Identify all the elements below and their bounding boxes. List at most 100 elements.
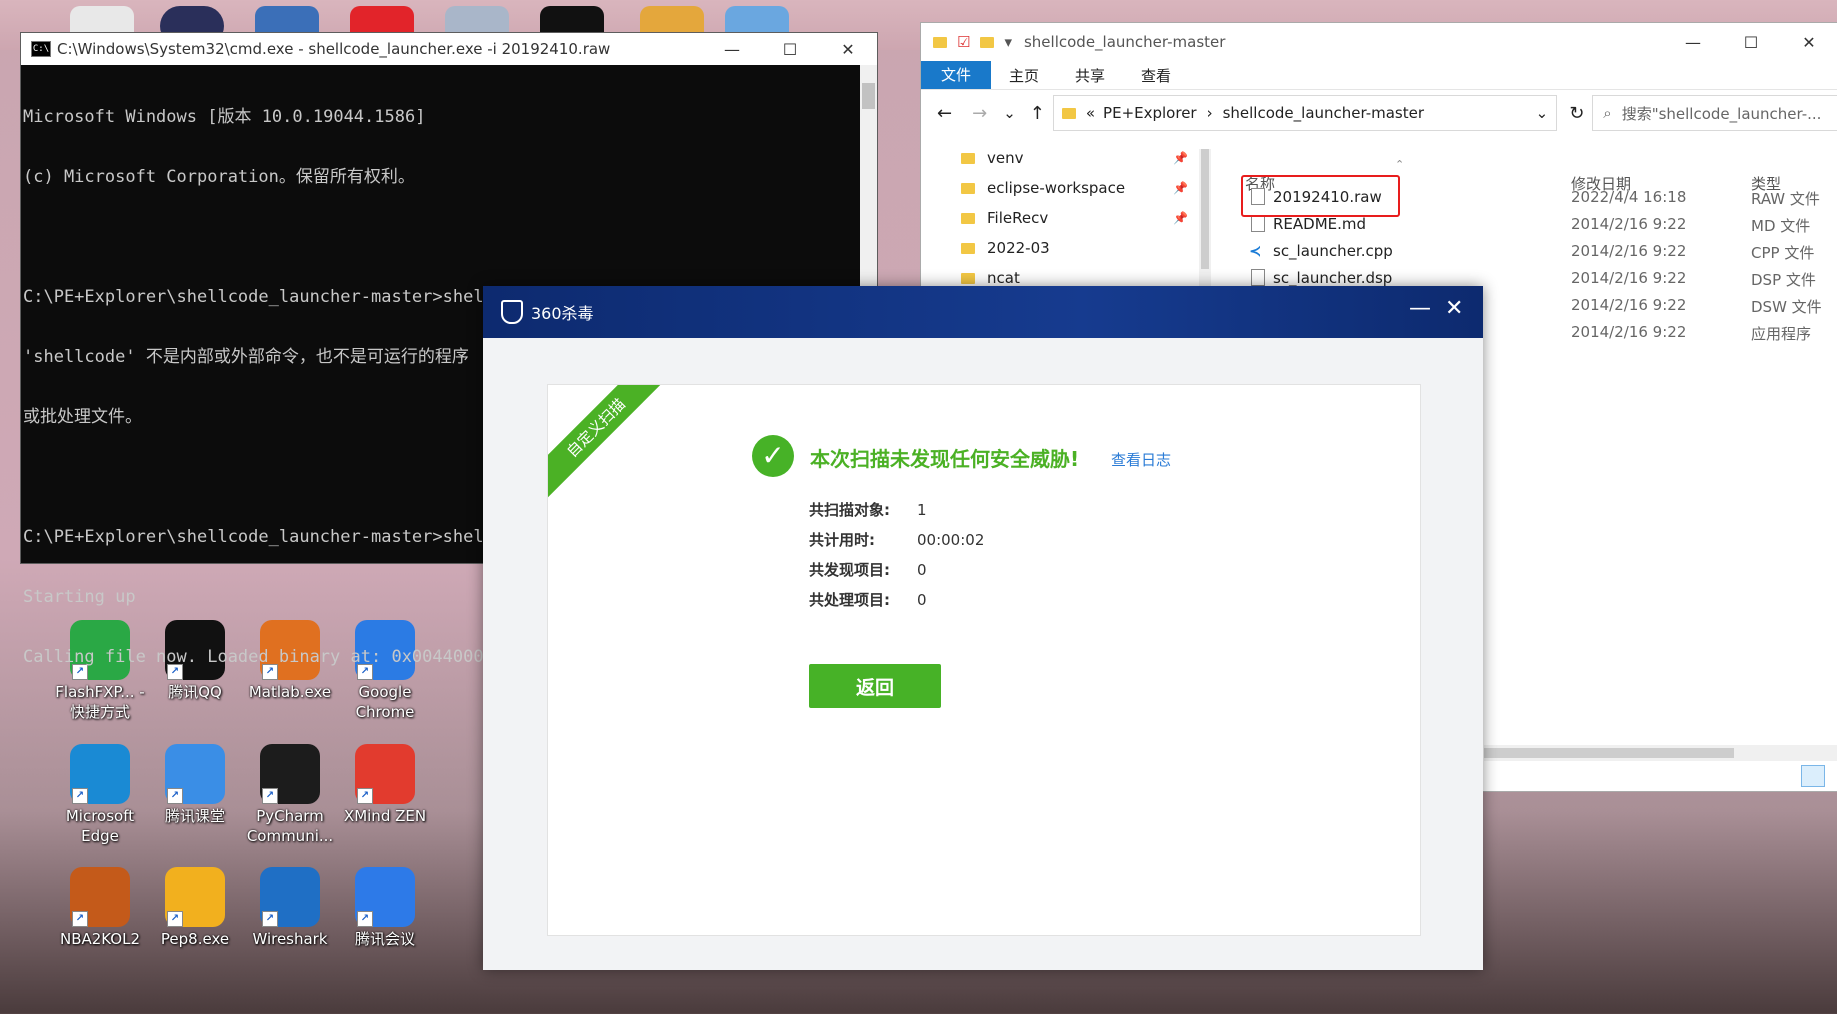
tab-view[interactable]: 查看 — [1123, 65, 1189, 86]
shortcut-arrow-icon: ↗ — [357, 911, 373, 927]
stat-label: 共处理项目: — [809, 591, 890, 609]
stat-row: 共发现项目: 0 — [809, 559, 927, 580]
desktop-shortcut[interactable]: ↗ Pep8.exe — [145, 867, 245, 949]
app-icon: ↗ — [355, 867, 415, 927]
stat-row: 共计用时: 00:00:02 — [809, 529, 984, 550]
antivirus-dialog[interactable]: 360杀毒 — ✕ 自定义扫描 ✓ 本次扫描未发现任何安全威胁! 查看日志 共扫… — [483, 286, 1483, 970]
pin-icon: 📌 — [1173, 151, 1188, 165]
close-icon[interactable]: ✕ — [819, 40, 877, 59]
file-date: 2014/2/16 9:22 — [1571, 242, 1687, 260]
maximize-icon[interactable]: ☐ — [761, 40, 819, 59]
qat-dropdown-icon[interactable]: ▾ — [1004, 33, 1012, 51]
file-type: RAW 文件 — [1751, 190, 1820, 208]
desktop-shortcut-label: 腾讯会议 — [354, 930, 415, 948]
close-icon[interactable]: ✕ — [1445, 296, 1463, 321]
file-date: 2014/2/16 9:22 — [1571, 269, 1687, 287]
cmd-titlebar[interactable]: C:\ C:\Windows\System32\cmd.exe - shellc… — [21, 33, 877, 65]
close-icon[interactable]: ✕ — [1780, 33, 1837, 52]
scan-type-tag: 自定义扫描 — [548, 385, 678, 510]
search-placeholder: 搜索"shellcode_launcher-... — [1621, 104, 1822, 123]
cmd-title: C:\Windows\System32\cmd.exe - shellcode_… — [57, 40, 611, 58]
back-icon[interactable]: ← — [937, 103, 952, 124]
app-icon: ↗ — [165, 744, 225, 804]
desktop-shortcut-label: XMind ZEN — [343, 807, 427, 825]
desktop-shortcut-label: NBA2KOL2 — [59, 930, 141, 948]
scan-result-panel: 自定义扫描 ✓ 本次扫描未发现任何安全威胁! 查看日志 共扫描对象: 1 共计用时… — [547, 384, 1421, 936]
tab-home[interactable]: 主页 — [991, 65, 1057, 86]
search-input[interactable]: ⌕ 搜索"shellcode_launcher-... — [1592, 95, 1837, 131]
folder-icon — [933, 36, 947, 48]
minimize-icon[interactable]: — — [1409, 296, 1431, 321]
forward-icon[interactable]: → — [972, 103, 987, 124]
app-icon: ↗ — [355, 744, 415, 804]
breadcrumb-separator-icon: › — [1206, 104, 1213, 122]
file-date: 2014/2/16 9:22 — [1571, 296, 1687, 314]
file-date: 2014/2/16 9:22 — [1571, 215, 1687, 233]
tab-file[interactable]: 文件 — [921, 61, 991, 89]
cmd-line: Microsoft Windows [版本 10.0.19044.1586] — [23, 107, 426, 127]
desktop-shortcut[interactable]: ↗ XMind ZEN — [335, 744, 435, 826]
nav-item[interactable]: venv 📌 — [961, 149, 1188, 167]
scrollbar-thumb[interactable] — [1484, 748, 1734, 758]
recent-dropdown-icon[interactable]: ⌄ — [1003, 104, 1016, 122]
cmd-app-icon: C:\ — [31, 41, 51, 57]
desktop-shortcut[interactable]: ↗ 腾讯会议 — [335, 867, 435, 949]
stat-label: 共计用时: — [809, 531, 875, 549]
desktop-shortcut[interactable]: ↗ Wireshark — [240, 867, 340, 949]
stat-value: 0 — [917, 561, 927, 579]
breadcrumb-parent[interactable]: PE+Explorer — [1103, 104, 1197, 122]
file-name: sc_launcher.dsp — [1273, 269, 1393, 287]
shortcut-arrow-icon: ↗ — [72, 911, 88, 927]
address-bar[interactable]: « PE+Explorer › shellcode_launcher-maste… — [1052, 95, 1558, 131]
vscode-file-icon: ≺ — [1249, 242, 1262, 260]
explorer-titlebar[interactable]: ☑ ▾ shellcode_launcher-master — ☐ ✕ — [921, 23, 1837, 61]
shortcut-arrow-icon: ↗ — [167, 911, 183, 927]
file-name: sc_launcher.cpp — [1273, 242, 1393, 260]
stat-row: 共处理项目: 0 — [809, 589, 927, 610]
address-row: ← → ⌄ ↑ « PE+Explorer › shellcode_launch… — [921, 90, 1837, 136]
breadcrumb-overflow[interactable]: « — [1086, 104, 1095, 122]
view-log-link[interactable]: 查看日志 — [1111, 449, 1171, 470]
stat-value: 0 — [917, 591, 927, 609]
desktop-shortcut[interactable]: ↗ Microsoft Edge — [50, 744, 150, 846]
desktop-shortcut-label: Microsoft Edge — [65, 807, 135, 845]
desktop-shortcut[interactable]: ↗ 腾讯课堂 — [145, 744, 245, 826]
refresh-icon[interactable]: ↻ — [1569, 103, 1584, 124]
antivirus-titlebar[interactable]: 360杀毒 — ✕ — [483, 286, 1483, 338]
shortcut-arrow-icon: ↗ — [262, 788, 278, 804]
minimize-icon[interactable]: — — [1664, 33, 1722, 52]
details-view-icon[interactable] — [1801, 765, 1825, 787]
shortcut-arrow-icon: ↗ — [72, 788, 88, 804]
minimize-icon[interactable]: — — [703, 40, 761, 59]
app-icon: ↗ — [260, 744, 320, 804]
properties-icon[interactable]: ☑ — [957, 33, 970, 51]
app-icon: ↗ — [70, 744, 130, 804]
sort-asc-icon: ⌃ — [1395, 158, 1405, 171]
up-icon[interactable]: ↑ — [1030, 103, 1045, 124]
horizontal-scrollbar[interactable] — [1484, 745, 1837, 761]
maximize-icon[interactable]: ☐ — [1722, 33, 1780, 52]
desktop-shortcut[interactable]: ↗ NBA2KOL2 — [50, 867, 150, 949]
breadcrumb-current[interactable]: shellcode_launcher-master — [1223, 104, 1536, 122]
check-icon: ✓ — [752, 435, 794, 477]
md-file-icon — [1251, 215, 1265, 236]
file-type: DSP 文件 — [1751, 271, 1816, 289]
back-button[interactable]: 返回 — [809, 664, 941, 708]
file-type: DSW 文件 — [1751, 298, 1822, 316]
shield-icon — [501, 300, 523, 324]
shortcut-arrow-icon: ↗ — [262, 911, 278, 927]
desktop-shortcut[interactable]: ↗ PyCharm Communi... — [240, 744, 340, 846]
address-dropdown-icon[interactable]: ⌄ — [1536, 104, 1549, 122]
app-icon: ↗ — [165, 867, 225, 927]
new-folder-icon[interactable] — [980, 36, 995, 48]
stat-value: 00:00:02 — [917, 531, 985, 549]
result-message: 本次扫描未发现任何安全威胁! — [810, 447, 1080, 471]
file-type: CPP 文件 — [1751, 244, 1815, 262]
tab-share[interactable]: 共享 — [1057, 65, 1123, 86]
scrollbar-thumb[interactable] — [862, 83, 875, 109]
highlight-box — [1241, 175, 1400, 217]
folder-icon — [961, 152, 975, 164]
antivirus-title: 360杀毒 — [531, 304, 594, 323]
file-row[interactable]: ≺ sc_launcher.cpp 2014/2/16 9:22 CPP 文件 — [921, 238, 1837, 264]
shortcut-arrow-icon: ↗ — [167, 788, 183, 804]
